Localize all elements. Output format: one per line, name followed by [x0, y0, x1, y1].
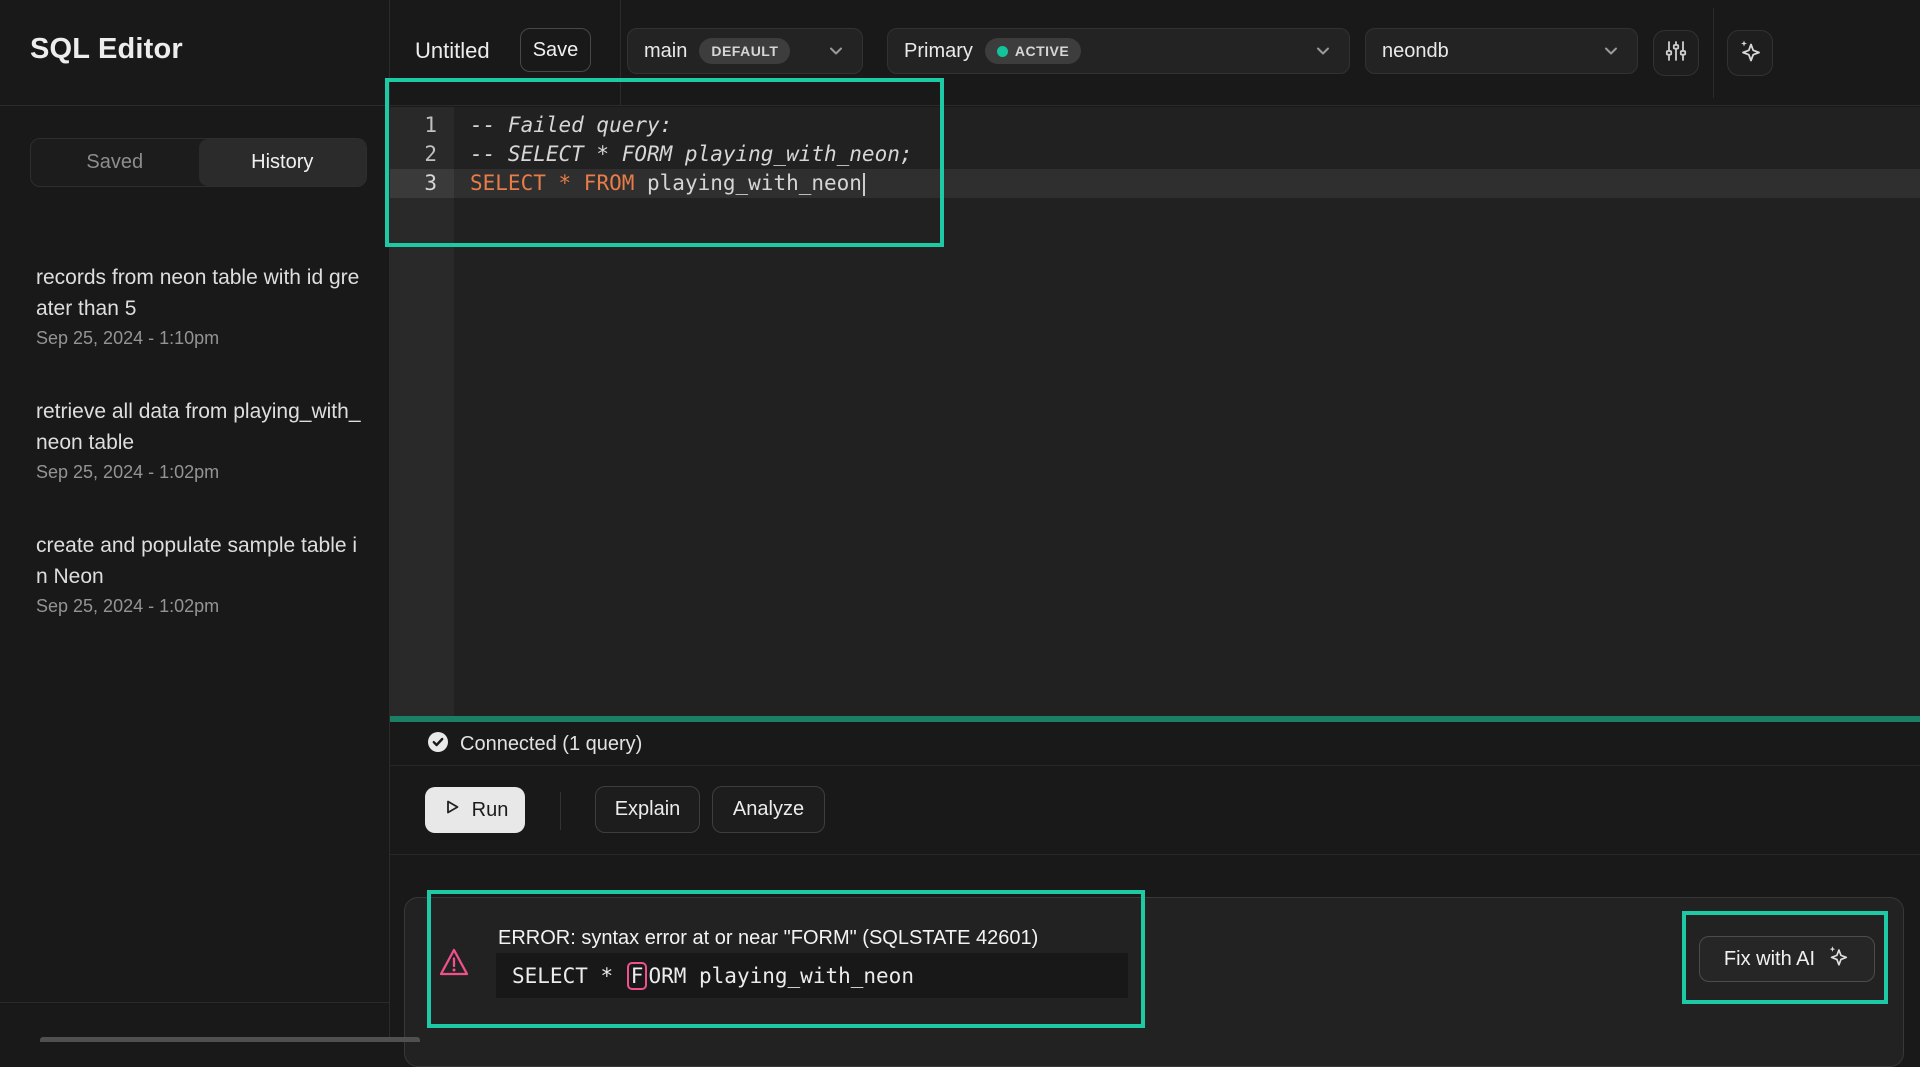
run-button-label: Run	[472, 799, 509, 822]
text-cursor	[863, 173, 865, 196]
line-number: 3	[390, 169, 454, 198]
sql-code-editor[interactable]: 1-- Failed query: 2-- SELECT * FORM play…	[390, 107, 1920, 716]
analyze-button[interactable]: Analyze	[712, 786, 825, 833]
editor-code-lines: 1-- Failed query: 2-- SELECT * FORM play…	[390, 111, 1920, 198]
compute-name: Primary	[904, 40, 973, 63]
check-circle-icon	[427, 731, 449, 758]
code-line: 1-- Failed query:	[390, 111, 1920, 140]
topbar-divider	[1713, 8, 1714, 98]
run-button[interactable]: Run	[425, 787, 525, 833]
settings-button[interactable]	[1653, 30, 1699, 76]
query-file-name[interactable]: Untitled	[415, 38, 490, 64]
warning-triangle-icon	[437, 945, 471, 986]
fix-with-ai-button[interactable]: Fix with AI	[1699, 936, 1875, 982]
error-message: ERROR: syntax error at or near "FORM" (S…	[498, 927, 1038, 950]
bottom-partial-element	[40, 1037, 420, 1042]
connection-status-text: Connected (1 query)	[460, 733, 642, 756]
error-query-snippet: SELECT * FORM playing_with_neon	[496, 953, 1128, 998]
history-item-title: retrieve all data from playing_with_neon…	[36, 396, 362, 458]
code-line: 2-- SELECT * FORM playing_with_neon;	[390, 140, 1920, 169]
chevron-down-icon	[1313, 41, 1333, 61]
explain-button[interactable]: Explain	[595, 786, 700, 833]
code-line-active: 3SELECT * FROM playing_with_neon	[390, 169, 1920, 198]
saved-history-tabs: Saved History	[30, 138, 367, 187]
database-selector[interactable]: neondb	[1365, 28, 1638, 74]
history-item-timestamp: Sep 25, 2024 - 1:02pm	[36, 462, 362, 483]
ai-assistant-button[interactable]	[1727, 30, 1773, 76]
tab-saved[interactable]: Saved	[31, 139, 199, 186]
results-panel: ERROR: syntax error at or near "FORM" (S…	[390, 856, 1920, 1042]
code-comment: -- SELECT * FORM playing_with_neon;	[454, 142, 913, 166]
history-item-timestamp: Sep 25, 2024 - 1:02pm	[36, 596, 362, 617]
sliders-icon	[1663, 38, 1689, 69]
history-list: records from neon table with id greater …	[36, 262, 362, 664]
tab-history[interactable]: History	[199, 139, 367, 186]
branch-name: main	[644, 40, 687, 63]
chevron-down-icon	[1601, 41, 1621, 61]
code-comment: -- Failed query:	[454, 113, 672, 137]
compute-active-badge: ACTIVE	[985, 38, 1081, 64]
connection-status-bar: Connected (1 query)	[390, 722, 1920, 766]
fix-with-ai-label: Fix with AI	[1724, 948, 1815, 971]
topbar: Untitled Save main DEFAULT Primary ACTIV…	[390, 0, 1920, 106]
query-action-bar: Run Explain Analyze	[390, 767, 1920, 855]
sidebar: SQL Editor Saved History records from ne…	[0, 0, 390, 1042]
compute-selector[interactable]: Primary ACTIVE	[887, 28, 1350, 74]
line-number: 2	[390, 140, 454, 169]
database-name: neondb	[1382, 40, 1449, 63]
branch-selector[interactable]: main DEFAULT	[627, 28, 863, 74]
sparkle-icon	[1737, 38, 1763, 69]
history-item[interactable]: create and populate sample table in Neon…	[36, 530, 362, 617]
sparkle-icon	[1826, 944, 1850, 974]
active-status-dot	[997, 46, 1008, 57]
history-item[interactable]: retrieve all data from playing_with_neon…	[36, 396, 362, 483]
page-title: SQL Editor	[30, 33, 183, 66]
active-badge-label: ACTIVE	[1015, 43, 1069, 59]
history-item-title: create and populate sample table in Neon	[36, 530, 362, 592]
history-item[interactable]: records from neon table with id greater …	[36, 262, 362, 349]
play-icon	[442, 797, 462, 823]
sidebar-divider	[0, 1002, 389, 1003]
chevron-down-icon	[826, 41, 846, 61]
sidebar-header: SQL Editor	[0, 0, 389, 106]
editor-gutter	[390, 107, 454, 716]
history-item-timestamp: Sep 25, 2024 - 1:10pm	[36, 328, 362, 349]
error-token-highlight: F	[627, 962, 648, 990]
action-bar-divider	[560, 792, 561, 830]
topbar-divider	[620, 0, 621, 106]
line-number: 1	[390, 111, 454, 140]
history-item-title: records from neon table with id greater …	[36, 262, 362, 324]
branch-default-badge: DEFAULT	[699, 38, 790, 64]
save-button[interactable]: Save	[520, 28, 591, 72]
code-statement: SELECT * FROM playing_with_neon	[454, 171, 865, 195]
